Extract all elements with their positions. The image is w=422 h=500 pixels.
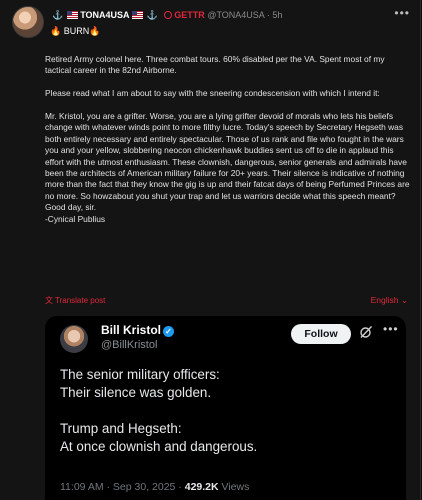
follow-button: Follow <box>291 324 351 344</box>
platform-name: GETTR <box>174 10 205 20</box>
embed-author-handle: @BillKristol <box>101 339 158 351</box>
fire-icon: 🔥 <box>89 26 101 36</box>
embed-meta: 11:09 AM · Sep 30, 2025 · 429.2K Views <box>60 481 249 493</box>
author-name[interactable]: TONA4USA <box>80 10 129 20</box>
gettr-logo-icon <box>164 11 173 19</box>
gettr-badge: GETTR <box>164 10 205 20</box>
anchor-icon: ⚓ <box>52 10 64 20</box>
author-avatar[interactable] <box>12 6 44 38</box>
grok-icon <box>360 326 373 338</box>
embedded-post-image[interactable]: Bill Kristol ✓ @BillKristol Follow ••• Th… <box>45 316 406 500</box>
fire-icon: 🔥 <box>50 26 62 36</box>
embed-author-name-text: Bill Kristol <box>101 323 162 337</box>
embed-timestamp: 11:09 AM · Sep 30, 2025 · <box>60 481 182 493</box>
post-topic: 🔥 BURN🔥 <box>50 26 100 37</box>
post-time: 5h <box>272 10 283 20</box>
translate-label: Translate post <box>55 296 106 305</box>
more-options-icon[interactable]: ••• <box>394 6 410 20</box>
post-card: ⚓ TONA4USA ⚓ GETTR @TONA4USA · 5h ••• 🔥 BU… <box>0 0 421 500</box>
chevron-down-icon: ⌄ <box>400 295 408 305</box>
embed-author-name: Bill Kristol ✓ <box>101 323 175 337</box>
anchor-icon: ⚓ <box>146 10 158 20</box>
author-line: ⚓ TONA4USA ⚓ GETTR @TONA4USA · 5h <box>50 9 282 21</box>
embed-text: The senior military officers: Their sile… <box>60 367 258 454</box>
us-flag-icon <box>131 11 143 19</box>
post-body: Retired Army colonel here. Three combat … <box>45 54 410 224</box>
translate-post-link[interactable]: 文 Translate post <box>45 295 105 306</box>
topic-text: BURN <box>63 26 90 36</box>
translate-icon: 文 <box>45 296 53 305</box>
language-label: English <box>370 295 399 305</box>
embed-avatar <box>60 325 88 353</box>
language-select[interactable]: English ⌄ <box>371 295 408 306</box>
separator: · <box>266 10 270 20</box>
embed-views-label: Views <box>221 481 250 493</box>
author-handle[interactable]: @TONA4USA <box>207 10 264 20</box>
verified-badge-icon: ✓ <box>163 326 175 337</box>
post-header: ⚓ TONA4USA ⚓ GETTR @TONA4USA · 5h ••• 🔥 BU… <box>12 6 412 46</box>
embed-views-count: 429.2K <box>184 481 219 493</box>
embed-more-icon: ••• <box>383 322 399 336</box>
us-flag-icon <box>67 11 79 19</box>
